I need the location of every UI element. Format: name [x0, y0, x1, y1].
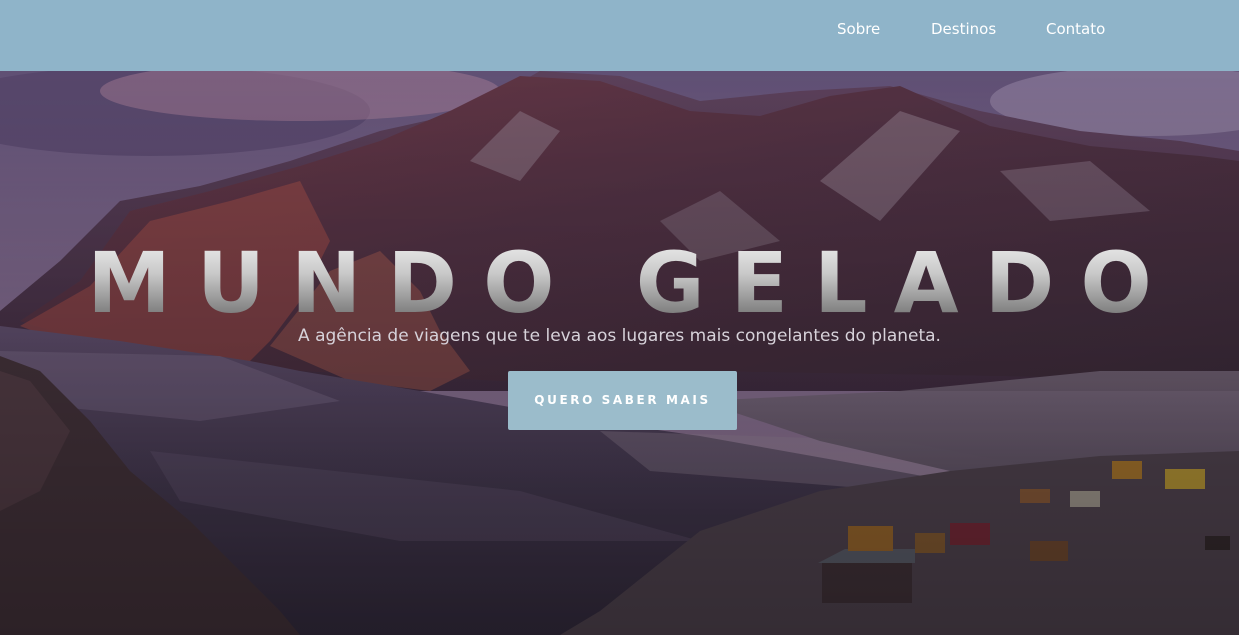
hero-section: MUNDO GELADO A agência de viagens que te… — [0, 71, 1239, 635]
hero-title: MUNDO GELADO — [0, 235, 1239, 331]
hero-subtitle: A agência de viagens que te leva aos lug… — [298, 326, 941, 346]
navbar: Sobre Destinos Contato — [0, 0, 1239, 71]
nav-link-contato[interactable]: Contato — [1046, 19, 1105, 39]
nav-link-destinos[interactable]: Destinos — [931, 19, 996, 39]
quero-saber-mais-button[interactable]: QUERO SABER MAIS — [508, 371, 737, 430]
nav-link-sobre[interactable]: Sobre — [837, 19, 880, 39]
hero-background-image — [0, 71, 1239, 635]
